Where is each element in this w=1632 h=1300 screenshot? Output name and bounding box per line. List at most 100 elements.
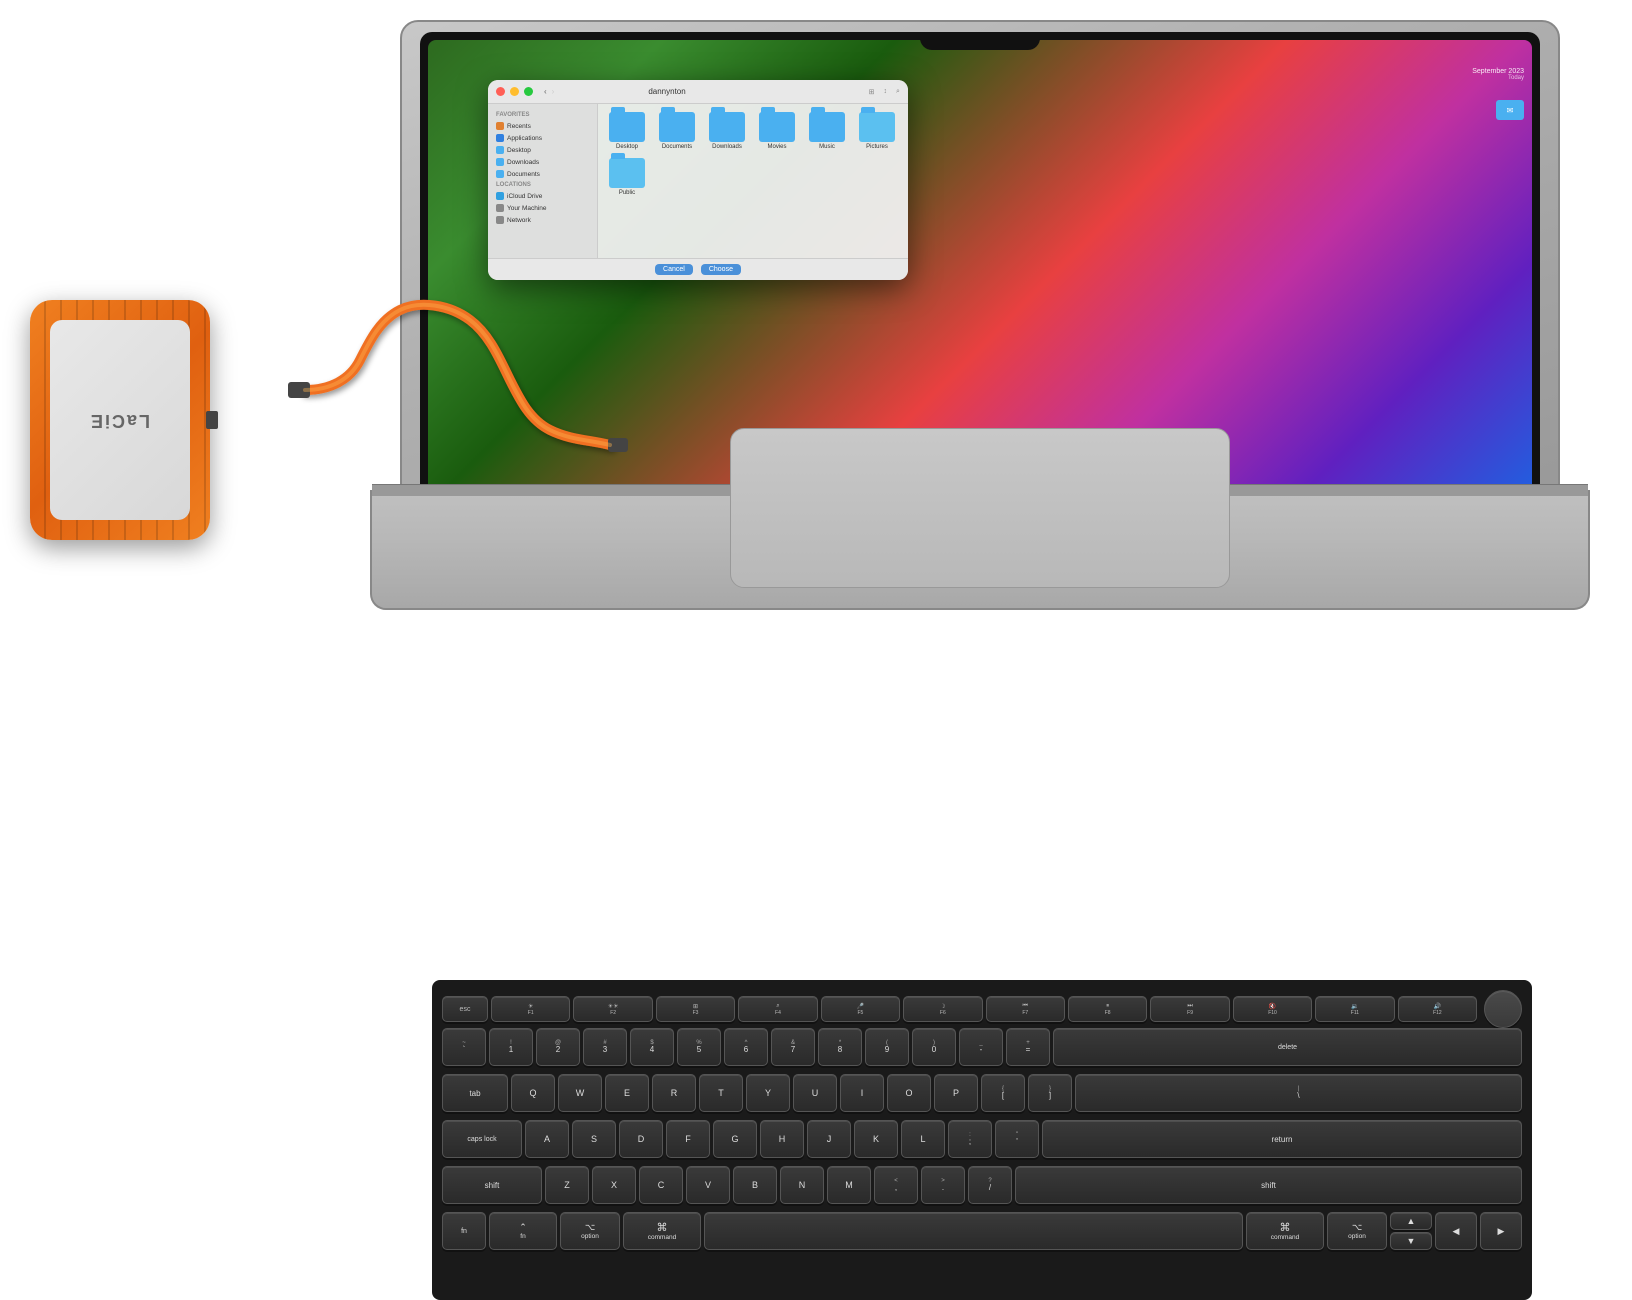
- f11-key[interactable]: 🔉F11: [1315, 996, 1394, 1022]
- folder-documents[interactable]: Documents: [656, 112, 698, 150]
- f9-key[interactable]: ⏭F9: [1150, 996, 1229, 1022]
- option-right-key[interactable]: ⌥option: [1327, 1212, 1387, 1250]
- f6-key[interactable]: ☽F6: [903, 996, 982, 1022]
- rshift-key[interactable]: shift: [1015, 1166, 1522, 1204]
- t-key[interactable]: T: [699, 1074, 743, 1112]
- fn-key[interactable]: fn: [442, 1212, 486, 1250]
- 2-key[interactable]: @2: [536, 1028, 580, 1066]
- power-key[interactable]: [1484, 990, 1522, 1028]
- control-key[interactable]: ⌃fn: [489, 1212, 557, 1250]
- space-key[interactable]: [704, 1212, 1243, 1250]
- f2-key[interactable]: ☀☀F2: [573, 996, 652, 1022]
- n-key[interactable]: N: [780, 1166, 824, 1204]
- a-key[interactable]: A: [525, 1120, 569, 1158]
- q-key[interactable]: Q: [511, 1074, 555, 1112]
- capslock-key[interactable]: caps lock: [442, 1120, 522, 1158]
- f-key[interactable]: F: [666, 1120, 710, 1158]
- f12-key[interactable]: 🔊F12: [1398, 996, 1477, 1022]
- command-right-key[interactable]: ⌘command: [1246, 1212, 1324, 1250]
- arrow-down-key[interactable]: ▼: [1390, 1232, 1432, 1250]
- 0-key[interactable]: )0: [912, 1028, 956, 1066]
- lbracket-key[interactable]: {[: [981, 1074, 1025, 1112]
- v-key[interactable]: V: [686, 1166, 730, 1204]
- rbracket-key[interactable]: }]: [1028, 1074, 1072, 1112]
- command-left-key[interactable]: ⌘command: [623, 1212, 701, 1250]
- f7-key[interactable]: ⏮F7: [986, 996, 1065, 1022]
- w-key[interactable]: W: [558, 1074, 602, 1112]
- r-key[interactable]: R: [652, 1074, 696, 1112]
- minus-key[interactable]: _-: [959, 1028, 1003, 1066]
- f8-key[interactable]: ⏸F8: [1068, 996, 1147, 1022]
- quote-key[interactable]: "': [995, 1120, 1039, 1158]
- fullscreen-button[interactable]: [524, 87, 533, 96]
- f4-key[interactable]: ⌕F4: [738, 996, 817, 1022]
- sidebar-desktop[interactable]: Desktop: [488, 144, 597, 156]
- l-key[interactable]: L: [901, 1120, 945, 1158]
- 1-key[interactable]: !1: [489, 1028, 533, 1066]
- x-key[interactable]: X: [592, 1166, 636, 1204]
- minimize-button[interactable]: [510, 87, 519, 96]
- arrow-left-key[interactable]: ◀: [1435, 1212, 1477, 1250]
- sidebar-recents[interactable]: Recents: [488, 120, 597, 132]
- option-left-key[interactable]: ⌥option: [560, 1212, 620, 1250]
- f1-key[interactable]: ☀F1: [491, 996, 570, 1022]
- slash-key[interactable]: ?/: [968, 1166, 1012, 1204]
- sidebar-documents[interactable]: Documents: [488, 168, 597, 180]
- trackpad[interactable]: [730, 428, 1230, 588]
- sidebar-machine[interactable]: Your Machine: [488, 202, 597, 214]
- sidebar-network[interactable]: Network: [488, 214, 597, 226]
- arrow-right-key[interactable]: ▶: [1480, 1212, 1522, 1250]
- sidebar-icloud[interactable]: iCloud Drive: [488, 190, 597, 202]
- choose-button[interactable]: Choose: [701, 264, 741, 275]
- s-key[interactable]: S: [572, 1120, 616, 1158]
- e-key[interactable]: E: [605, 1074, 649, 1112]
- folder-downloads[interactable]: Downloads: [706, 112, 748, 150]
- h-key[interactable]: H: [760, 1120, 804, 1158]
- 4-key[interactable]: $4: [630, 1028, 674, 1066]
- finder-search-icon[interactable]: ⌕: [896, 88, 900, 96]
- b-key[interactable]: B: [733, 1166, 777, 1204]
- backtick-key[interactable]: ~`: [442, 1028, 486, 1066]
- backslash-key[interactable]: |\: [1075, 1074, 1522, 1112]
- back-icon[interactable]: ‹: [544, 87, 547, 96]
- 3-key[interactable]: #3: [583, 1028, 627, 1066]
- z-key[interactable]: Z: [545, 1166, 589, 1204]
- equals-key[interactable]: +=: [1006, 1028, 1050, 1066]
- f3-key[interactable]: ⊞F3: [656, 996, 735, 1022]
- period-key[interactable]: >.: [921, 1166, 965, 1204]
- g-key[interactable]: G: [713, 1120, 757, 1158]
- folder-public[interactable]: Public: [606, 158, 648, 196]
- folder-movies[interactable]: Movies: [756, 112, 798, 150]
- sidebar-downloads[interactable]: Downloads: [488, 156, 597, 168]
- folder-desktop[interactable]: Desktop: [606, 112, 648, 150]
- j-key[interactable]: J: [807, 1120, 851, 1158]
- sidebar-applications[interactable]: Applications: [488, 132, 597, 144]
- f10-key[interactable]: 🔇F10: [1233, 996, 1312, 1022]
- cancel-button[interactable]: Cancel: [655, 264, 693, 275]
- k-key[interactable]: K: [854, 1120, 898, 1158]
- 8-key[interactable]: *8: [818, 1028, 862, 1066]
- tab-key[interactable]: tab: [442, 1074, 508, 1112]
- finder-view-icon[interactable]: ⊞: [869, 88, 875, 96]
- p-key[interactable]: P: [934, 1074, 978, 1112]
- lshift-key[interactable]: shift: [442, 1166, 542, 1204]
- y-key[interactable]: Y: [746, 1074, 790, 1112]
- c-key[interactable]: C: [639, 1166, 683, 1204]
- d-key[interactable]: D: [619, 1120, 663, 1158]
- 5-key[interactable]: %5: [677, 1028, 721, 1066]
- delete-key[interactable]: delete: [1053, 1028, 1522, 1066]
- m-key[interactable]: M: [827, 1166, 871, 1204]
- f5-key[interactable]: 🎤F5: [821, 996, 900, 1022]
- semicolon-key[interactable]: :;: [948, 1120, 992, 1158]
- 7-key[interactable]: &7: [771, 1028, 815, 1066]
- folder-pictures[interactable]: Pictures: [856, 112, 898, 150]
- u-key[interactable]: U: [793, 1074, 837, 1112]
- return-key[interactable]: return: [1042, 1120, 1522, 1158]
- finder-sort-icon[interactable]: ↕: [884, 88, 888, 95]
- comma-key[interactable]: <,: [874, 1166, 918, 1204]
- 9-key[interactable]: (9: [865, 1028, 909, 1066]
- i-key[interactable]: I: [840, 1074, 884, 1112]
- 6-key[interactable]: ^6: [724, 1028, 768, 1066]
- arrow-up-key[interactable]: ▲: [1390, 1212, 1432, 1230]
- esc-key[interactable]: esc: [442, 996, 488, 1022]
